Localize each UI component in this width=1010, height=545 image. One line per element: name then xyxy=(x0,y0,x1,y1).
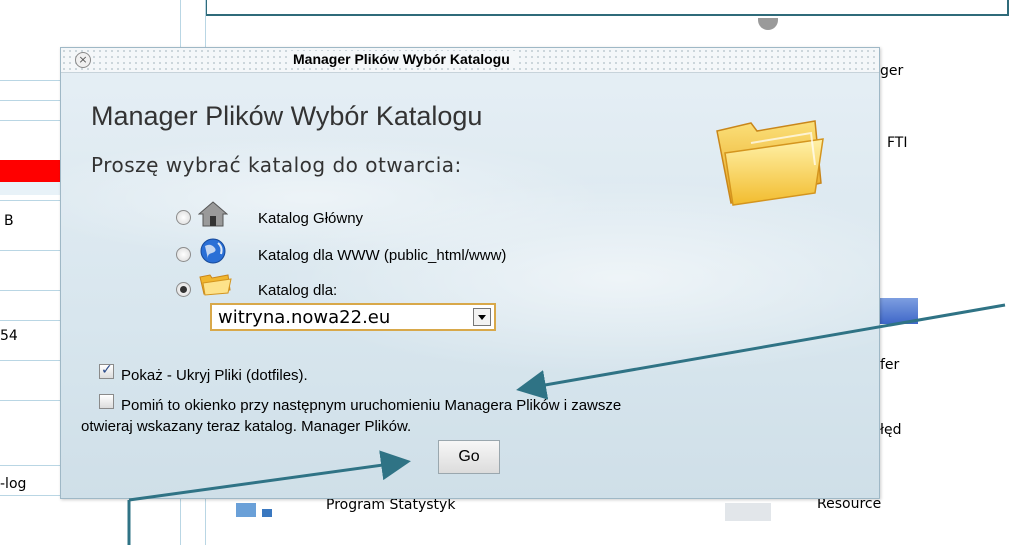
annotation-arrow xyxy=(128,450,411,502)
annotation-arrows xyxy=(127,303,1006,545)
annotation-arrow xyxy=(516,303,1006,400)
